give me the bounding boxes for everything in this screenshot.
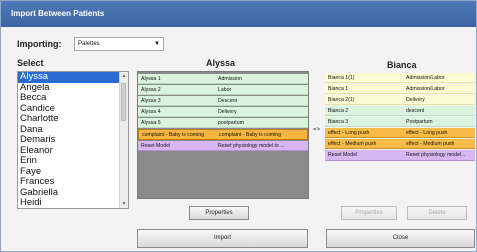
palette-row[interactable]: Reset Model Reset physiology model to ..… — [138, 141, 308, 151]
properties-button-disabled[interactable]: Properties — [341, 206, 397, 220]
palette-row[interactable]: Alyssa 4 Delivery — [138, 107, 308, 117]
list-scrollbar[interactable]: ▲ ▼ — [119, 72, 128, 208]
alyssa-heading: Alyssa — [206, 58, 236, 68]
list-item[interactable]: Erin — [18, 155, 128, 167]
palette-value: Admission — [218, 76, 242, 82]
palette-name: Bianca 2 — [328, 108, 349, 114]
palette-name: effect - Long push — [328, 130, 370, 136]
list-item[interactable]: Frances — [18, 176, 128, 188]
palette-name: Reset Model — [141, 143, 171, 149]
palette-row-selected[interactable]: complaint - Baby is coming complaint - B… — [138, 129, 308, 140]
palette-value: Descent — [218, 98, 238, 104]
palette-row[interactable]: Alyssa 1 Admission — [138, 74, 308, 84]
palette-value: postpartum — [218, 120, 244, 126]
palette-name: effect - Medium push — [328, 141, 377, 147]
palette-name: Alyssa 3 — [141, 98, 161, 104]
palette-name: Bianca 3 — [328, 119, 349, 125]
list-item[interactable]: Alyssa — [18, 72, 128, 83]
list-item[interactable]: Heidi — [18, 197, 128, 208]
palette-name: Bianca 2(1) — [328, 97, 355, 103]
palette-value: Labor — [218, 87, 232, 93]
palette-row[interactable]: Alyssa 2 Labor — [138, 85, 308, 95]
palette-row[interactable]: Alyssa 5 postpartum — [138, 118, 308, 128]
palette-row[interactable]: Alyssa 3 Descent — [138, 96, 308, 106]
palette-name: Bianca 1 — [328, 86, 349, 92]
palette-value: descent — [406, 108, 425, 114]
select-label: Select — [17, 58, 44, 68]
list-item[interactable]: Charlotte — [18, 113, 128, 125]
chevron-down-icon: ▼ — [154, 41, 160, 47]
properties-button[interactable]: Properties — [189, 206, 249, 220]
palette-value: Delivery — [406, 97, 425, 103]
palette-value: Delivery — [218, 109, 237, 115]
importing-dropdown[interactable]: Palettes ▼ — [74, 37, 164, 51]
palette-value: Reset physiology model to ... — [218, 143, 285, 149]
palette-name: Alyssa 1 — [141, 76, 161, 82]
transfer-arrow: => — [313, 127, 321, 133]
import-dialog: Import Between Patients Importing: Palet… — [0, 0, 477, 252]
palette-value: effect - Long push — [406, 130, 448, 136]
palette-value: Reset physiology model... — [406, 152, 466, 158]
palette-name: Alyssa 4 — [141, 109, 161, 115]
palette-row[interactable]: effect - Medium push effect - Medium pus… — [325, 139, 475, 149]
palette-name: Alyssa 5 — [141, 120, 161, 126]
palette-value: Postpartum — [406, 119, 433, 125]
palette-row[interactable]: Bianca 3 Postpartum — [325, 117, 475, 127]
scrollbar-thumb[interactable] — [121, 83, 126, 121]
scroll-down-icon[interactable]: ▼ — [120, 200, 128, 208]
palette-row[interactable]: Bianca 1(1) Admission/Labor — [325, 73, 475, 83]
palette-row[interactable]: Bianca 2 descent — [325, 106, 475, 116]
palette-row[interactable]: Reset Model Reset physiology model... — [325, 150, 475, 161]
close-button[interactable]: Close — [326, 229, 475, 248]
list-item[interactable]: Demaris — [18, 134, 128, 146]
patient-list[interactable]: Alyssa Angela Becca Candice Charlotte Da… — [17, 71, 129, 209]
importing-label: Importing: — [17, 39, 62, 49]
importing-dropdown-value: Palettes — [78, 41, 100, 47]
scroll-up-icon[interactable]: ▲ — [120, 72, 128, 80]
import-button[interactable]: Import — [137, 229, 308, 248]
bianca-palette-panel: Bianca 1(1) Admission/Labor Bianca 1 Adm… — [325, 71, 475, 191]
palette-row[interactable]: Bianca 2(1) Delivery — [325, 95, 475, 105]
palette-name: Alyssa 2 — [141, 87, 161, 93]
palette-name: Bianca 1(1) — [328, 75, 355, 81]
palette-value: Admission/Labor — [406, 86, 445, 92]
delete-button[interactable]: Delete — [407, 206, 467, 220]
list-item[interactable]: Becca — [18, 92, 128, 104]
palette-value: complaint - Baby is coming — [219, 132, 281, 138]
bianca-heading: Bianca — [387, 60, 417, 70]
palette-row[interactable]: effect - Long push effect - Long push — [325, 128, 475, 138]
palette-name: Reset Model — [328, 152, 358, 158]
palette-value: effect - Medium push — [406, 141, 455, 147]
palette-name: complaint - Baby is coming — [142, 132, 204, 138]
window-title: Import Between Patients — [1, 1, 476, 27]
palette-value: Admission/Labor — [406, 75, 445, 81]
palette-row[interactable]: Bianca 1 Admission/Labor — [325, 84, 475, 94]
alyssa-palette-panel: Alyssa 1 Admission Alyssa 2 Labor Alyssa… — [137, 71, 309, 199]
